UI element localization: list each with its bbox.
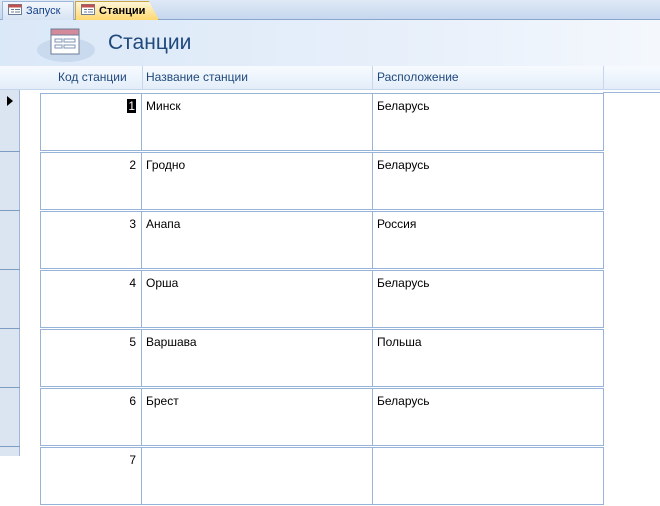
station-code-field[interactable]: 2 bbox=[40, 152, 142, 210]
column-header-code[interactable]: Код станции bbox=[58, 70, 127, 84]
cell-value: Варшава bbox=[146, 335, 197, 349]
tab-zapusk[interactable]: Запуск bbox=[2, 1, 74, 20]
column-separator bbox=[142, 66, 143, 90]
current-record-arrow-icon bbox=[7, 96, 13, 106]
station-code-field[interactable]: 6 bbox=[40, 388, 142, 446]
selector-divider bbox=[0, 387, 20, 388]
station-location-field[interactable]: Польша bbox=[372, 329, 604, 387]
cell-value: Беларусь bbox=[377, 276, 430, 290]
cell-value: 4 bbox=[129, 276, 136, 290]
station-name-field[interactable]: Минск bbox=[142, 93, 373, 151]
station-name-field[interactable]: Брест bbox=[142, 388, 373, 446]
station-location-field[interactable]: Беларусь bbox=[372, 270, 604, 328]
selector-divider bbox=[0, 328, 20, 329]
cell-value: Беларусь bbox=[377, 158, 430, 172]
cell-value: Польша bbox=[377, 335, 422, 349]
tab-stantsii[interactable]: Станции bbox=[75, 1, 159, 20]
cell-value: Минск bbox=[146, 99, 181, 113]
column-separator bbox=[603, 66, 604, 90]
selector-divider bbox=[0, 151, 20, 152]
station-code-field[interactable]: 4 bbox=[40, 270, 142, 328]
station-code-field[interactable]: 3 bbox=[40, 211, 142, 269]
cell-value: Анапа bbox=[146, 217, 181, 231]
station-location-field[interactable]: Беларусь bbox=[372, 93, 604, 151]
record-selector-bar[interactable] bbox=[0, 90, 20, 456]
station-name-field[interactable]: Анапа bbox=[142, 211, 373, 269]
form-large-icon bbox=[36, 26, 96, 67]
tab-label: Станции bbox=[99, 5, 146, 17]
form-icon bbox=[8, 4, 22, 18]
station-name-field[interactable]: Варшава bbox=[142, 329, 373, 387]
selector-divider bbox=[0, 446, 20, 447]
cell-value: Орша bbox=[146, 276, 179, 290]
form-title: Станции bbox=[108, 31, 192, 54]
cell-value: Россия bbox=[377, 217, 417, 231]
selector-divider bbox=[0, 269, 20, 270]
station-location-field[interactable]: Россия bbox=[372, 211, 604, 269]
station-code-field[interactable]: 5 bbox=[40, 329, 142, 387]
tab-label: Запуск bbox=[26, 5, 61, 17]
cell-value: Гродно bbox=[146, 158, 186, 172]
station-location-field[interactable]: Беларусь bbox=[372, 152, 604, 210]
cell-value: 3 bbox=[129, 217, 136, 231]
document-tab-strip: Запуск Станции bbox=[0, 0, 660, 20]
station-location-field[interactable]: Беларусь bbox=[372, 388, 604, 446]
cell-value: 1 bbox=[127, 99, 136, 113]
column-header-location[interactable]: Расположение bbox=[377, 70, 459, 84]
cell-value: 5 bbox=[129, 335, 136, 349]
cell-value: 2 bbox=[129, 158, 136, 172]
cell-value: Беларусь bbox=[377, 99, 430, 113]
form-header: Станции bbox=[0, 20, 660, 66]
station-name-field[interactable]: Орша bbox=[142, 270, 373, 328]
column-header-row: Код станции Название станции Расположени… bbox=[0, 66, 660, 90]
detail-edge-line bbox=[603, 92, 660, 93]
form-icon bbox=[81, 4, 95, 18]
cell-value: 7 bbox=[129, 453, 136, 467]
cell-value: Брест bbox=[146, 394, 179, 408]
station-name-field[interactable]: Гродно bbox=[142, 152, 373, 210]
cell-value: Беларусь bbox=[377, 394, 430, 408]
column-header-name[interactable]: Название станции bbox=[146, 70, 248, 84]
cell-value: 6 bbox=[129, 394, 136, 408]
column-separator bbox=[372, 66, 373, 90]
station-code-field[interactable]: 1 bbox=[40, 93, 142, 151]
selector-divider bbox=[0, 210, 20, 211]
